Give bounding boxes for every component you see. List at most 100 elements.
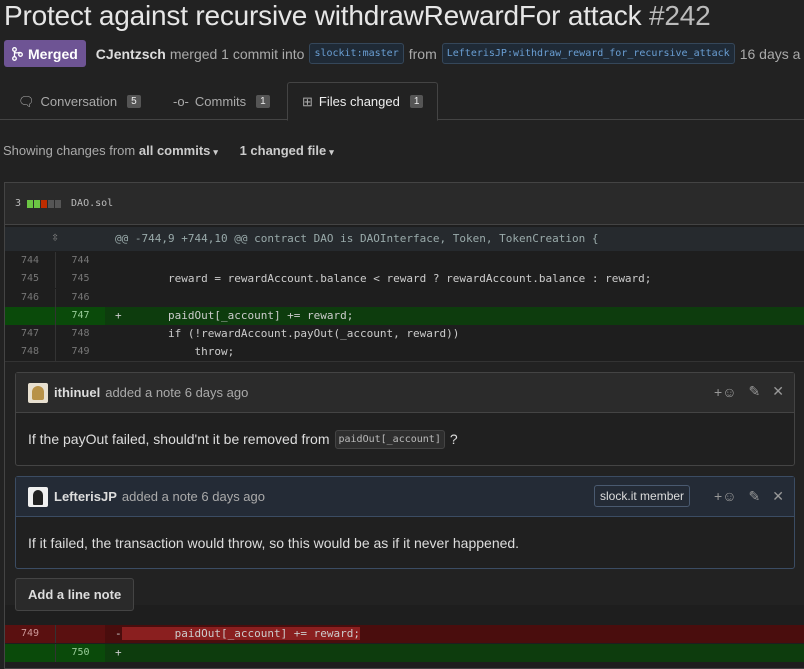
old-line-number[interactable]: [5, 307, 55, 325]
from-text: from: [408, 45, 437, 62]
merge-time: 16 days a: [739, 45, 801, 62]
diff-line-added: 750 +: [5, 644, 804, 662]
new-line-number[interactable]: 749: [55, 343, 105, 361]
file-header: 3 DAO.sol: [5, 183, 804, 225]
tab-files-count: 1: [409, 95, 424, 108]
add-reaction-icon[interactable]: +☺: [714, 488, 736, 504]
file-name[interactable]: DAO.sol: [71, 198, 113, 209]
comment-header: ithinuel added a note 6 days ago: [16, 373, 794, 413]
diff-toolbar: Showing changes from all commits ▾ 1 chan…: [3, 143, 334, 158]
base-branch[interactable]: slockit:master: [309, 43, 404, 64]
pr-tabs: 🗨 Conversation 5 -o- Commits 1 ⊞ Files c…: [0, 82, 804, 121]
edit-icon[interactable]: ✎: [749, 383, 761, 400]
author-link[interactable]: CJentzsch: [96, 46, 166, 62]
comment-text: If the payOut failed, should'nt it be re…: [28, 431, 330, 447]
merged-badge: Merged: [4, 40, 86, 67]
diffstat-neutral: [55, 199, 62, 208]
diff-prefix: +: [115, 646, 122, 659]
diffstat-add: [34, 199, 41, 208]
diff-line: 744 744: [5, 252, 804, 270]
merge-icon: [12, 46, 23, 61]
diff-code: +: [115, 644, 122, 662]
comment-author[interactable]: ithinuel: [54, 385, 100, 400]
pr-number: #242: [648, 0, 711, 31]
tab-conversation[interactable]: 🗨 Conversation 5: [4, 82, 155, 121]
comment-body: If the payOut failed, should'nt it be re…: [16, 413, 794, 465]
comment-icon: 🗨: [18, 93, 35, 109]
diff-code: - paidOut[_account] += reward;: [115, 625, 361, 643]
member-badge: slock.it member: [594, 485, 691, 507]
pr-meta: Merged CJentzsch merged 1 commit into sl…: [4, 40, 800, 67]
old-line-number[interactable]: 747: [5, 325, 55, 343]
diff-code: throw;: [115, 345, 235, 358]
comment-meta: added a note 6 days ago: [105, 385, 249, 400]
comment-text-end: ?: [449, 431, 458, 447]
head-branch[interactable]: LefterisJP:withdraw_reward_for_recursive…: [441, 43, 735, 64]
close-icon[interactable]: ✕: [772, 383, 784, 400]
chevron-down-icon: ▾: [329, 147, 334, 157]
new-line-number[interactable]: 748: [55, 325, 105, 343]
comment-text: If it failed, the transaction would thro…: [28, 535, 520, 551]
tab-commits-count: 1: [256, 95, 270, 108]
tab-conversation-count: 5: [127, 95, 141, 108]
diff-code: reward = rewardAccount.balance < reward …: [115, 272, 652, 285]
comment-author[interactable]: LefterisJP: [54, 489, 117, 504]
comment-meta: added a note 6 days ago: [121, 489, 265, 504]
changed-files-dropdown[interactable]: 1 changed file ▾: [240, 143, 334, 158]
tab-commits-label: Commits: [194, 94, 247, 109]
change-count: 3: [15, 198, 22, 209]
chevron-down-icon: ▾: [213, 147, 218, 157]
new-line-number[interactable]: 747: [55, 307, 105, 325]
tab-commits[interactable]: -o- Commits 1: [159, 82, 284, 121]
tab-files-changed[interactable]: ⊞ Files changed 1: [287, 82, 439, 121]
close-icon[interactable]: ✕: [772, 488, 784, 505]
commit-icon: -o-: [173, 94, 189, 109]
old-line-number[interactable]: 749: [5, 625, 55, 643]
comment: ithinuel added a note 6 days ago +☺ ✎ ✕ …: [15, 372, 795, 466]
merged-label: Merged: [28, 45, 78, 62]
new-line-number[interactable]: 746: [55, 289, 105, 307]
comment: LefterisJP added a note 6 days ago slock…: [15, 476, 795, 569]
new-line-number[interactable]: 750: [55, 644, 105, 662]
expand-icon[interactable]: ⇳: [5, 227, 105, 251]
old-line-number[interactable]: 745: [5, 270, 55, 288]
hunk-text: @@ -744,9 +744,10 @@ contract DAO is DAO…: [115, 232, 599, 245]
merge-action-text: merged 1 commit into: [169, 45, 305, 62]
comment-body: If it failed, the transaction would thro…: [16, 517, 794, 569]
old-line-number[interactable]: 744: [5, 252, 55, 270]
comment-actions: slock.it member +☺ ✎ ✕: [594, 485, 784, 507]
new-line-number[interactable]: [55, 625, 105, 643]
old-line-number[interactable]: [5, 644, 55, 662]
diff-line-removed: 749 - paidOut[_account] += reward;: [5, 625, 804, 643]
diffstat-del: [41, 199, 48, 208]
showing-prefix: Showing changes from: [3, 143, 136, 158]
avatar[interactable]: [28, 382, 48, 403]
diff-line: 747 748 if (!rewardAccount.payOut(_accoun…: [5, 325, 804, 343]
diff-code: if (!rewardAccount.payOut(_account, rewa…: [115, 327, 460, 340]
new-line-number[interactable]: 745: [55, 270, 105, 288]
pr-title-text: Protect against recursive withdrawReward…: [4, 0, 642, 31]
diff-line-added: 747 + paidOut[_account] += reward;: [5, 307, 804, 325]
inline-comments: ithinuel added a note 6 days ago +☺ ✎ ✕ …: [5, 361, 804, 611]
avatar[interactable]: [28, 486, 48, 507]
tab-files-label: Files changed: [318, 94, 400, 109]
commits-filter-dropdown[interactable]: all commits ▾: [139, 143, 218, 158]
diff-code-highlight: paidOut[_account] += reward;: [121, 627, 361, 640]
edit-icon[interactable]: ✎: [749, 488, 761, 505]
pr-title: Protect against recursive withdrawReward…: [4, 0, 711, 32]
add-reaction-icon[interactable]: +☺: [714, 384, 736, 400]
changed-files-label: 1 changed file: [239, 143, 327, 158]
diffstat-bar: [27, 199, 62, 208]
diffstat-neutral: [48, 199, 55, 208]
old-line-number[interactable]: 746: [5, 289, 55, 307]
diff-line: 748 749 throw;: [5, 343, 804, 361]
diffstat-add: [27, 199, 34, 208]
comment-actions: +☺ ✎ ✕: [714, 383, 784, 400]
commits-filter-label: all commits: [138, 143, 211, 158]
add-line-note-button[interactable]: Add a line note: [15, 578, 135, 611]
inline-code: paidOut[_account]: [334, 429, 445, 449]
diff-prefix: -: [115, 627, 122, 640]
new-line-number[interactable]: 744: [55, 252, 105, 270]
diff-code: + paidOut[_account] += reward;: [115, 309, 354, 322]
old-line-number[interactable]: 748: [5, 343, 55, 361]
